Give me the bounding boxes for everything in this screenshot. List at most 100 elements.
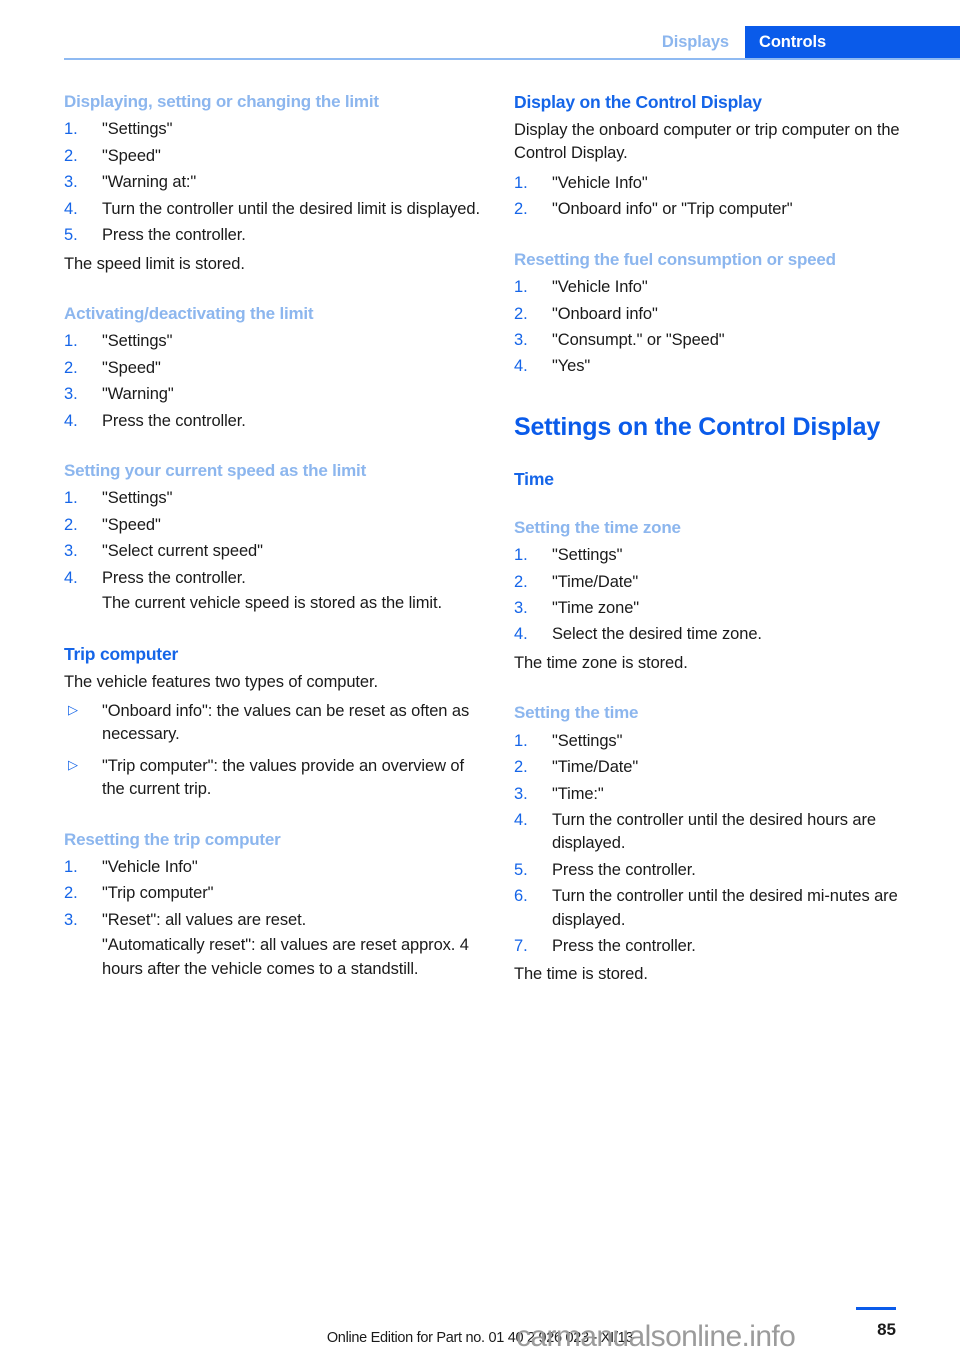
step-text: "Settings" [552,731,623,750]
step-number: 2. [514,758,528,777]
section-trip-computer: Trip computer The vehicle features two t… [64,644,484,802]
section-heading: Setting the time [514,703,639,723]
triangle-right-icon: ▷ [68,756,78,772]
step-text: Turn the controller until the desired mi… [552,887,898,929]
step-number: 4. [514,357,528,376]
step-text: "Yes" [552,357,591,376]
step-text: "Settings" [102,332,173,351]
step-item: 2. "Time/Date" [514,756,934,779]
step-item: 3. "Warning at:" [64,171,484,194]
step-item: 2. "Speed" [64,357,484,380]
section-note: The time zone is stored. [514,653,688,672]
step-item: 2. "Time/Date" [514,571,934,594]
tab-controls[interactable]: Controls [745,26,960,58]
step-list: 1. "Settings" 2. "Speed" 3. "Warning at:" 4… [64,118,484,247]
section-heading: Resetting the fuel consumption or speed [514,249,836,269]
step-number: 1. [64,120,78,139]
step-number: 4. [64,411,78,430]
step-text: "Time zone" [552,599,640,617]
step-text: "Speed" [102,358,161,377]
step-item: 1. "Vehicle Info" [514,172,934,195]
bullet-list: ▷ "Onboard info": the values can be reset… [64,700,484,802]
step-item: 1. "Settings" [514,730,934,753]
section-heading: Displaying, setting or changing the limi… [64,92,379,111]
step-text: Turn the controller until the desired li… [102,199,480,218]
step-number: 3. [64,542,78,561]
section-paragraph: The vehicle features two types of comput… [64,672,378,691]
page-header: Displays Controls [0,0,960,60]
step-number: 1. [514,173,528,192]
step-list: 1. "Vehicle Info" 2. "Trip computer" 3. "Re… [64,856,484,981]
step-number: 3. [64,910,78,929]
step-text: "Onboard info" [552,304,658,323]
tab-displays[interactable]: Displays [662,26,745,58]
header-divider-rule [64,58,960,60]
section-setting-the-time-zone: Setting the time zone 1. "Settings" 2. "Ti… [514,518,934,676]
section-setting-the-time: Setting the time 1. "Settings" 2. "Time/Da… [514,703,934,987]
section-heading: Display on the Control Display [514,92,762,112]
step-item: 2. "Onboard info" or "Trip computer" [514,198,934,221]
step-item: 1. "Settings" [64,118,484,141]
step-text: "Settings" [102,120,173,139]
step-number: 2. [64,884,78,903]
step-number: 1. [514,731,528,750]
section-heading: Activating/deactivating the limit [64,303,314,323]
step-item: 2. "Onboard info" [514,303,934,326]
right-column: Display on the Control Display Display t… [514,92,934,987]
edition-note: Online Edition for Part no. 01 40 2 926 … [326,1330,634,1346]
step-item: 3. "Reset": all values are reset. "Automat… [64,909,484,981]
step-number: 1. [514,278,528,297]
step-number: 1. [514,546,528,565]
step-list: 1. "Settings" 2. "Speed" 3. "Warning" 4. Pre… [64,330,484,433]
section-paragraph: Display the onboard computer or trip com… [514,121,900,163]
step-number: 6. [514,887,528,906]
step-item: 1. "Settings" [64,330,484,353]
step-text: Press the controller. [552,860,696,879]
step-list: 1. "Vehicle Info" 2. "Onboard info" 3. "Con… [514,276,934,379]
section-display-on-control-display: Display on the Control Display Display t… [514,92,934,222]
step-item: 4. Press the controller. The current vehic… [64,567,484,616]
step-item: 2. "Speed" [64,145,484,168]
step-item: 2. "Trip computer" [64,882,484,905]
step-number: 3. [64,385,78,404]
step-text: Press the controller. [102,226,246,245]
step-text: "Speed" [102,515,161,534]
section-note: The time is stored. [514,965,648,984]
step-substep: "Automatically reset": all values are re… [102,936,469,978]
step-text: "Settings" [552,546,623,565]
page-title: Settings on the Control Display [514,412,881,441]
step-number: 2. [64,358,78,377]
step-item: 3. "Time zone" [514,597,934,620]
step-text: "Reset": all values are reset. [102,910,307,929]
step-item: 4. Turn the controller until the desired … [64,198,484,221]
step-item: 3. "Time:" [514,783,934,806]
step-number: 1. [64,858,78,876]
step-item: 2. "Speed" [64,514,484,537]
step-text: "Settings" [102,489,173,508]
step-item: 1. "Vehicle Info" [514,276,934,299]
list-item-text: "Trip computer": the values provide an o… [102,756,464,799]
step-text: Press the controller. [102,568,246,587]
step-list: 1. "Settings" 2. "Speed" 3. "Select current… [64,487,484,615]
step-item: 6. Turn the controller until the desired … [514,885,934,932]
step-text: "Time:" [552,784,604,803]
step-item: 4. Select the desired time zone. [514,623,934,646]
step-text: "Vehicle Info" [102,858,198,876]
step-item: 3. "Select current speed" [64,540,484,563]
step-item: 1. "Vehicle Info" [64,856,484,879]
step-number: 2. [514,304,528,323]
section-heading: Trip computer [64,643,179,664]
step-item: 4. Turn the controller until the desired … [514,809,934,856]
step-list: 1. "Settings" 2. "Time/Date" 3. "Time zone"… [514,544,934,647]
step-list: 1. "Settings" 2. "Time/Date" 3. "Time:" 4. T… [514,730,934,959]
list-item: ▷ "Trip computer": the values provide an … [64,755,484,802]
step-number: 1. [64,332,78,351]
step-number: 4. [514,625,528,644]
step-number: 4. [514,810,528,829]
step-number: 3. [514,784,528,803]
step-text: "Select current speed" [102,542,263,561]
section-settings-on-control-display: Settings on the Control Display [514,413,934,441]
step-text: Turn the controller until the desired ho… [552,810,876,853]
step-number: 1. [64,489,78,508]
step-text: "Vehicle Info" [552,278,648,297]
